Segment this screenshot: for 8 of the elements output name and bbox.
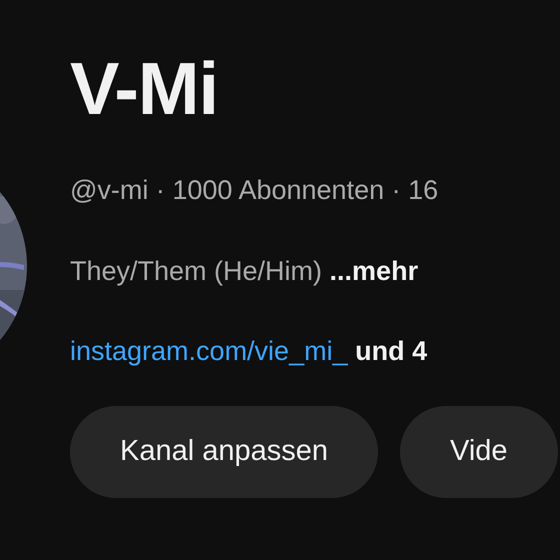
channel-name: V-Mi [70,52,220,126]
videos-button[interactable]: Vide [400,406,558,498]
more-links[interactable]: und 4 [355,336,428,366]
instagram-link[interactable]: instagram.com/vie_mi_ [70,336,348,366]
channel-meta: @v-mi · 1000 Abonnenten · 16 [70,174,440,207]
customize-channel-button[interactable]: Kanal anpassen [70,406,378,498]
channel-description: They/Them (He/Him) [70,256,322,286]
more-link[interactable]: ...mehr [330,256,418,286]
